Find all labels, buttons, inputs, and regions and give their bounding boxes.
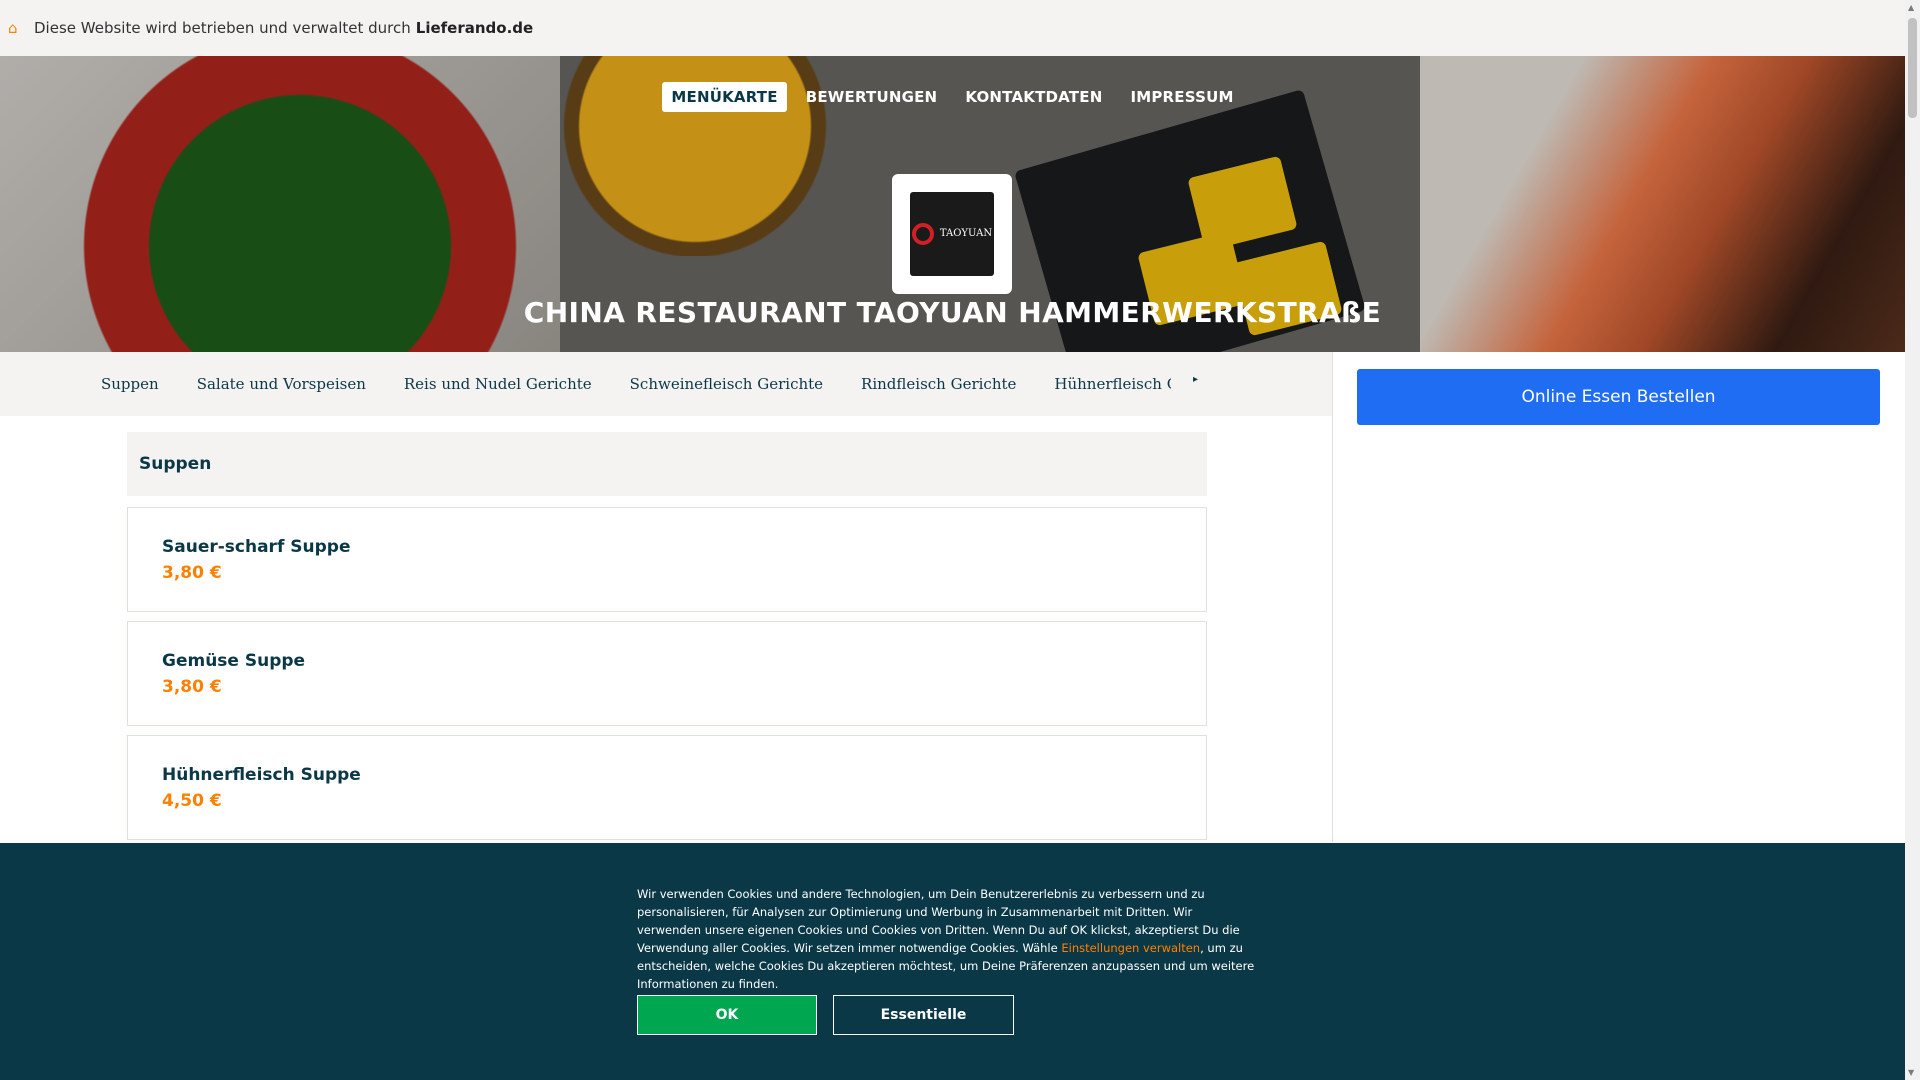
scroll-down-icon[interactable]: ▼ [1908,1068,1914,1077]
logo-text: TAOYUAN [939,228,993,239]
nav-kontaktdaten[interactable]: KONTAKTDATEN [956,82,1111,112]
scrollbar-thumb[interactable] [1908,18,1917,118]
category-suppen[interactable]: Suppen [101,375,159,393]
menu-item-card[interactable]: Hühnerfleisch Suppe 4,50 € [127,735,1207,840]
menu-item-price: 4,50 € [162,791,222,811]
restaurant-logo: TAOYUAN [892,174,1012,294]
order-online-button[interactable]: Online Essen Bestellen [1357,369,1880,425]
menu-item-card[interactable]: Gemüse Suppe 3,80 € [127,621,1207,726]
logo-mark: TAOYUAN [910,192,994,276]
menu-item-card[interactable]: Sauer-scharf Suppe 3,80 € [127,507,1207,612]
category-reis-nudel[interactable]: Reis und Nudel Gerichte [404,375,592,393]
section-title: Suppen [139,454,212,474]
category-schweinefleisch[interactable]: Schweinefleisch Gerichte [630,375,823,393]
home-icon: ⌂ [8,19,18,37]
menu-item-name: Gemüse Suppe [162,651,306,671]
category-salate[interactable]: Salate und Vorspeisen [197,375,366,393]
category-rindfleisch[interactable]: Rindfleisch Gerichte [861,375,1016,393]
restaurant-name: CHINA RESTAURANT TAOYUAN HAMMERWERKSTRAß… [523,296,1382,329]
operator-info-bar: ⌂ Diese Website wird betrieben und verwa… [0,0,1905,57]
cookie-text: Wir verwenden Cookies und andere Technol… [637,885,1259,993]
nav-impressum[interactable]: IMPRESSUM [1121,82,1242,112]
cookie-settings-link[interactable]: Einstellungen verwalten [1061,941,1200,955]
cookie-essential-button[interactable]: Essentielle [833,995,1014,1035]
operator-text: Diese Website wird betrieben und verwalt… [34,19,411,37]
menu-item-name: Sauer-scharf Suppe [162,537,351,557]
nav-bewertungen[interactable]: BEWERTUNGEN [797,82,947,112]
sidebar-divider [1332,352,1333,842]
main-nav: MENÜKARTE BEWERTUNGEN KONTAKTDATEN IMPRE… [0,82,1905,112]
page-scrollbar[interactable]: ▲ ▼ [1905,0,1920,1080]
scroll-up-icon[interactable]: ▲ [1908,3,1914,12]
logo-circle-icon [911,223,934,245]
hero-banner: MENÜKARTE BEWERTUNGEN KONTAKTDATEN IMPRE… [0,56,1905,352]
category-list: Suppen Salate und Vorspeisen Reis und Nu… [101,352,1171,416]
cookie-banner: Wir verwenden Cookies und andere Technol… [0,843,1905,1080]
menu-item-price: 3,80 € [162,563,222,583]
cookie-ok-button[interactable]: OK [637,995,817,1035]
menu-item-name: Hühnerfleisch Suppe [162,765,361,785]
section-header: Suppen [127,432,1207,496]
menu-item-price: 3,80 € [162,677,222,697]
category-more-icon[interactable]: ▸ [1193,374,1198,385]
category-bar: Suppen Salate und Vorspeisen Reis und Nu… [0,352,1333,416]
category-huehnerfleisch[interactable]: Hühnerfleisch Gerichte [1054,375,1171,393]
nav-menukarte[interactable]: MENÜKARTE [662,82,787,112]
operator-brand: Lieferando.de [415,19,534,37]
